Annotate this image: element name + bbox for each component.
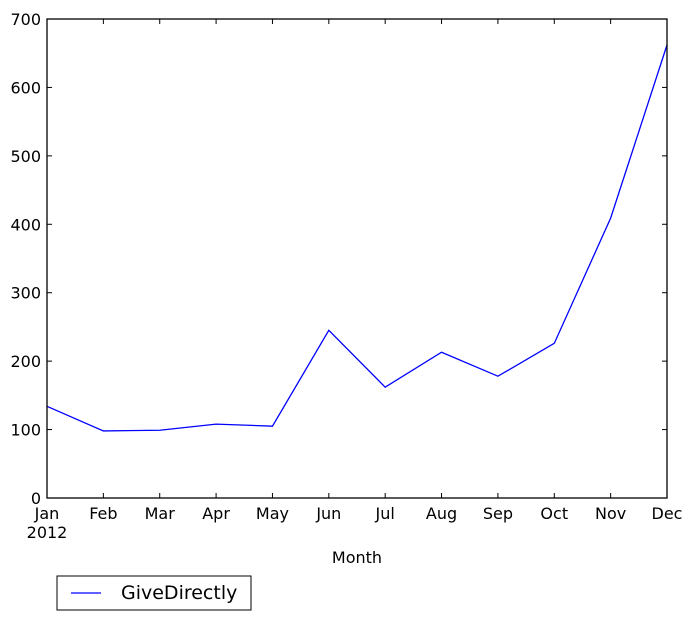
x-tick-label: Oct (540, 504, 568, 523)
legend: GiveDirectly (56, 575, 252, 611)
x-tick-label: Jan (34, 504, 60, 523)
x-tick-label: May (256, 504, 289, 523)
y-tick-label: 400 (10, 215, 41, 234)
x-tick-label: Nov (595, 504, 626, 523)
plot-frame (46, 18, 668, 499)
y-tick-label: 100 (10, 421, 41, 440)
y-tick-label: 500 (10, 147, 41, 166)
x-tick-label: Apr (202, 504, 230, 523)
y-tick-label: 700 (10, 10, 41, 29)
x-tick-label: Mar (145, 504, 176, 523)
x-tick-label: Jul (375, 504, 395, 523)
x-year-label: 2012 (27, 523, 68, 542)
x-tick-label: Sep (483, 504, 513, 523)
x-tick-label: Dec (652, 504, 683, 523)
x-axis-label: Month (332, 548, 382, 567)
x-tick-label: Feb (89, 504, 117, 523)
line-chart: 0100200300400500600700Jan Feb Mar Apr May Jun… (10, 10, 682, 611)
legend-label-givedirectly: GiveDirectly (121, 582, 237, 604)
labels-layer: 0100200300400500600700Jan Feb Mar Apr May Jun… (10, 10, 682, 523)
series-layer (46, 44, 668, 432)
x-tick-label: Aug (426, 504, 457, 523)
y-tick-label: 300 (10, 284, 41, 303)
ticks-layer (46, 18, 668, 499)
y-tick-label: 200 (10, 352, 41, 371)
y-tick-label: 600 (10, 78, 41, 97)
x-tick-label: Jun (315, 504, 341, 523)
series-line-givedirectly (46, 44, 668, 432)
